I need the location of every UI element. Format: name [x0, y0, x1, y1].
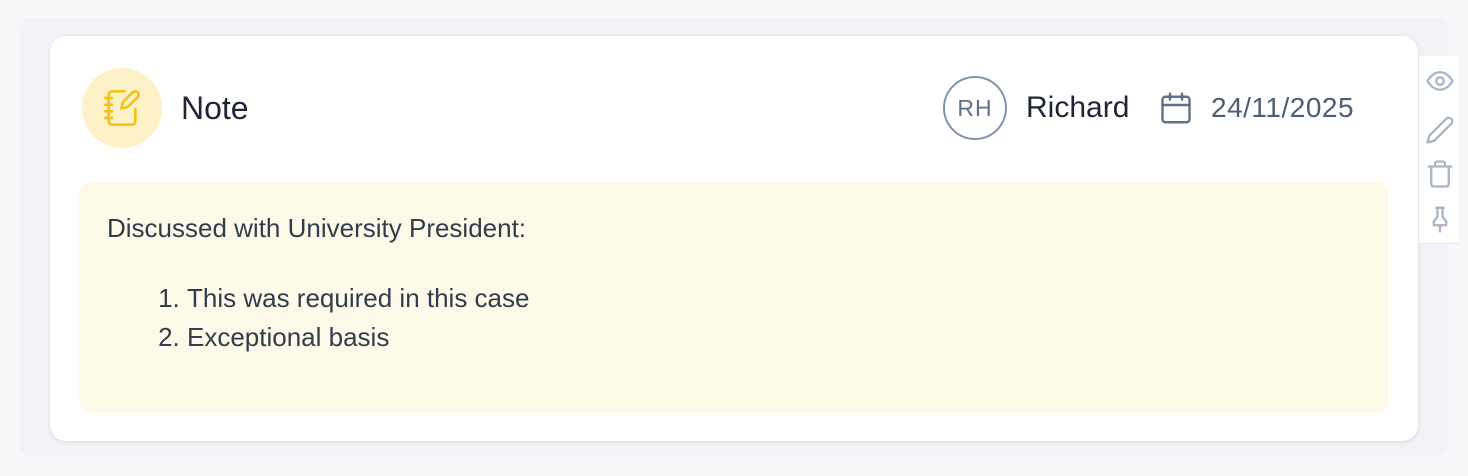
note-type-title: Note — [181, 90, 249, 126]
author-name: Richard — [1026, 91, 1130, 124]
list-item: This was required in this case — [187, 279, 1361, 318]
list-item: Exceptional basis — [187, 318, 1361, 357]
note-actions-toolbar — [1418, 56, 1458, 244]
note-type-badge — [82, 68, 162, 148]
author-avatar: RH — [943, 76, 1007, 140]
note-intro: Discussed with University President: — [107, 213, 527, 243]
note-body: Discussed with University President: Thi… — [79, 181, 1389, 413]
eye-icon[interactable] — [1425, 66, 1455, 96]
pencil-icon[interactable] — [1425, 115, 1455, 145]
note-card: Note RH Richard 24/11/2025 Discussed wit… — [50, 36, 1418, 441]
pin-icon[interactable] — [1425, 204, 1455, 234]
notebook-pen-icon — [104, 89, 141, 126]
calendar-icon — [1161, 92, 1191, 124]
note-points-list: This was required in this case Exception… — [107, 279, 1361, 357]
note-date: 24/11/2025 — [1211, 92, 1355, 123]
trash-icon[interactable] — [1425, 159, 1455, 189]
